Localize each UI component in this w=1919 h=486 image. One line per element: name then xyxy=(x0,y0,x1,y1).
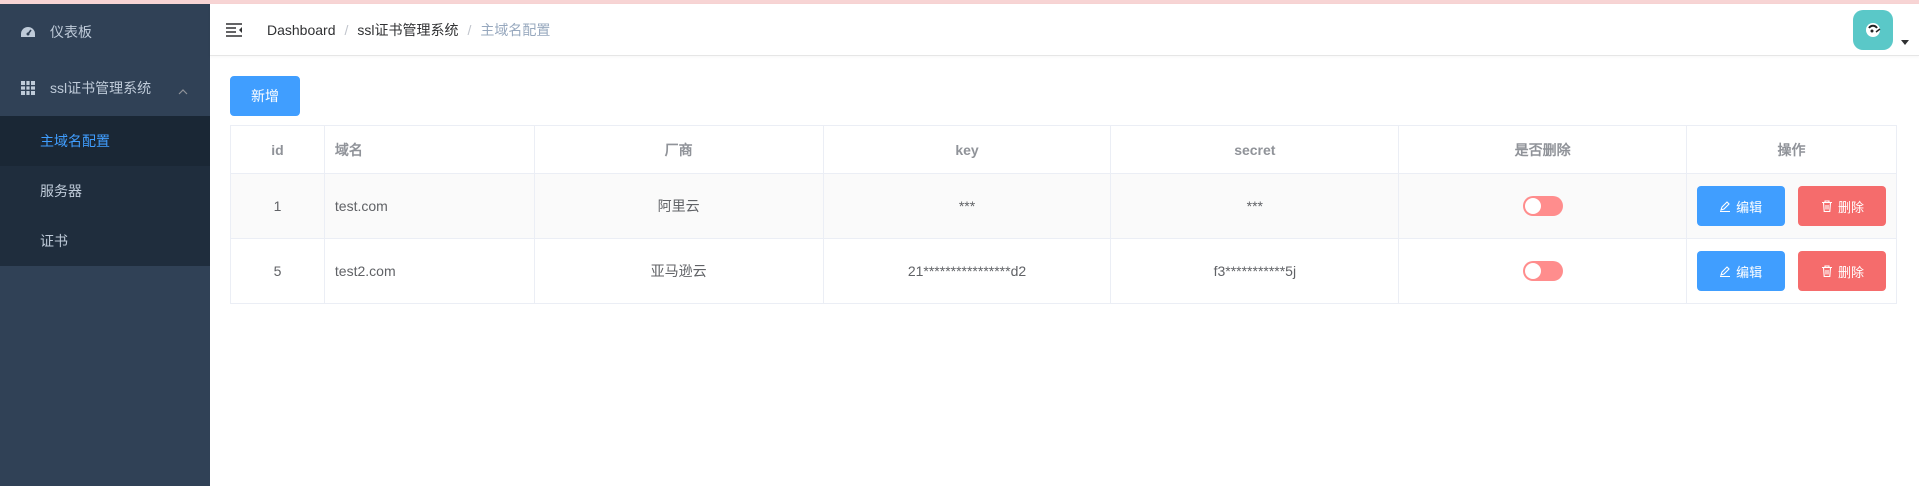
avatar[interactable] xyxy=(1853,10,1893,50)
user-menu[interactable] xyxy=(1853,10,1909,50)
column-header-vendor: 厂商 xyxy=(533,125,824,174)
breadcrumb-separator: / xyxy=(344,21,349,38)
cell-id: 5 xyxy=(230,238,325,304)
breadcrumb-item-ssl-system[interactable]: ssl证书管理系统 xyxy=(357,20,458,40)
sidebar-item-ssl-system[interactable]: ssl证书管理系统 xyxy=(0,60,210,116)
cell-secret: f3***********5j xyxy=(1110,238,1400,304)
cell-secret: *** xyxy=(1110,173,1400,239)
edit-button[interactable]: 编辑 xyxy=(1696,251,1785,291)
navbar: Dashboard / ssl证书管理系统 / 主域名配置 xyxy=(210,4,1919,56)
hamburger-icon[interactable] xyxy=(226,20,246,40)
column-header-secret: secret xyxy=(1110,125,1400,174)
grid-icon xyxy=(20,80,36,96)
breadcrumb-separator: / xyxy=(467,21,472,38)
deleted-toggle[interactable] xyxy=(1522,196,1563,216)
cell-deleted xyxy=(1398,173,1688,239)
table-row: 1 test.com 阿里云 *** *** 编辑 删除 xyxy=(230,173,1897,239)
add-button[interactable]: 新增 xyxy=(230,76,300,116)
caret-down-icon[interactable] xyxy=(1901,32,1909,48)
chevron-up-icon xyxy=(178,82,188,98)
cell-key: *** xyxy=(822,173,1112,239)
cell-key: 21****************d2 xyxy=(822,238,1112,304)
sidebar-item-domain-config[interactable]: 主域名配置 xyxy=(0,116,210,166)
cell-vendor: 阿里云 xyxy=(533,173,824,239)
column-header-actions: 操作 xyxy=(1686,125,1897,174)
column-header-key: key xyxy=(822,125,1112,174)
breadcrumb-item-current: 主域名配置 xyxy=(480,21,551,38)
deleted-toggle[interactable] xyxy=(1522,261,1563,281)
delete-label: 删除 xyxy=(1837,199,1864,215)
trash-icon xyxy=(1821,200,1832,212)
column-header-id: id xyxy=(230,125,325,174)
sidebar-item-dashboard[interactable]: 仪表板 xyxy=(0,4,210,60)
column-header-deleted: 是否删除 xyxy=(1398,125,1688,174)
cell-domain: test2.com xyxy=(323,238,535,304)
edit-label: 编辑 xyxy=(1736,264,1763,280)
sidebar-item-label: 仪表板 xyxy=(50,24,92,40)
column-header-domain: 域名 xyxy=(323,125,535,174)
toggle-knob xyxy=(1524,198,1541,214)
edit-icon xyxy=(1720,201,1731,212)
sidebar: 仪表板 ssl证书管理系统 主域名配置 服务器 证书 xyxy=(0,4,210,486)
sidebar-item-label: ssl证书管理系统 xyxy=(50,80,152,96)
breadcrumb-item-dashboard[interactable]: Dashboard xyxy=(267,22,336,38)
main-area: Dashboard / ssl证书管理系统 / 主域名配置 新增 id 域名 厂… xyxy=(210,4,1919,486)
cell-domain: test.com xyxy=(323,173,535,239)
sidebar-item-servers[interactable]: 服务器 xyxy=(0,166,210,216)
dashboard-icon xyxy=(20,24,36,40)
cell-id: 1 xyxy=(230,173,325,239)
table-header-row: id 域名 厂商 key secret 是否删除 操作 xyxy=(230,125,1897,174)
delete-button[interactable]: 删除 xyxy=(1798,186,1887,226)
delete-label: 删除 xyxy=(1837,264,1864,280)
table-row: 5 test2.com 亚马逊云 21****************d2 f3… xyxy=(230,238,1897,304)
sidebar-item-certificates[interactable]: 证书 xyxy=(0,216,210,266)
edit-label: 编辑 xyxy=(1736,199,1763,215)
edit-icon xyxy=(1720,266,1731,277)
breadcrumb: Dashboard / ssl证书管理系统 / 主域名配置 xyxy=(267,20,550,40)
page-content: 新增 id 域名 厂商 key secret 是否删除 操作 1 test.co… xyxy=(210,56,1919,324)
delete-button[interactable]: 删除 xyxy=(1798,251,1887,291)
toggle-knob xyxy=(1524,263,1541,279)
sidebar-submenu: 主域名配置 服务器 证书 xyxy=(0,116,210,266)
cell-actions: 编辑 删除 xyxy=(1686,238,1897,304)
trash-icon xyxy=(1821,265,1832,277)
cell-vendor: 亚马逊云 xyxy=(533,238,824,304)
domain-table: id 域名 厂商 key secret 是否删除 操作 1 test.com 阿… xyxy=(230,125,1897,304)
cell-actions: 编辑 删除 xyxy=(1686,173,1897,239)
edit-button[interactable]: 编辑 xyxy=(1696,186,1785,226)
cell-deleted xyxy=(1398,238,1688,304)
